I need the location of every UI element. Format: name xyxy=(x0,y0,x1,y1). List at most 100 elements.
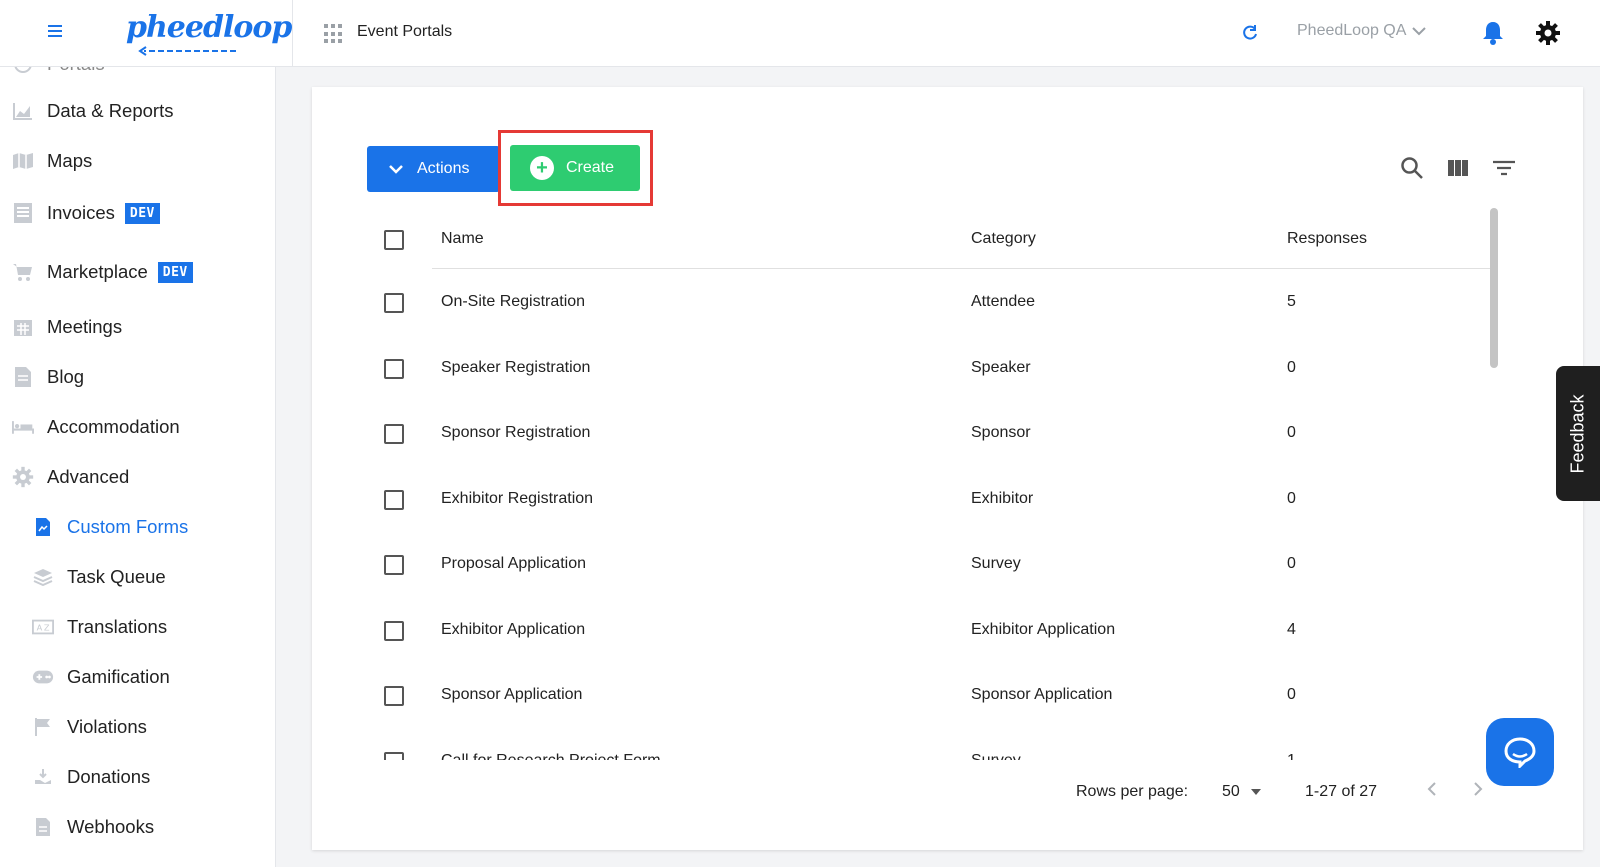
globe-icon xyxy=(12,67,34,75)
next-page-icon[interactable] xyxy=(1466,777,1490,801)
column-header-responses[interactable]: Responses xyxy=(1287,230,1367,248)
sidebar-item-invoices[interactable]: Invoices DEV xyxy=(12,202,160,224)
actions-button[interactable]: Actions xyxy=(367,146,500,192)
gear-icon xyxy=(12,466,34,488)
calendar-icon xyxy=(12,316,34,338)
row-checkbox[interactable] xyxy=(384,424,404,444)
sidebar-item-label: Task Queue xyxy=(67,566,166,587)
sidebar-item-advanced[interactable]: Advanced xyxy=(12,466,129,488)
flag-icon xyxy=(32,716,54,738)
layers-icon xyxy=(32,566,54,588)
table-row[interactable]: Exhibitor Registration Exhibitor 0 xyxy=(367,465,1487,530)
bell-icon[interactable] xyxy=(1481,20,1505,46)
row-name[interactable]: Sponsor Registration xyxy=(441,424,590,442)
create-button[interactable]: + Create xyxy=(510,145,640,191)
row-name[interactable]: Exhibitor Application xyxy=(441,621,585,639)
settings-gear-icon[interactable] xyxy=(1535,20,1561,46)
table-row[interactable]: Exhibitor Application Exhibitor Applicat… xyxy=(367,596,1487,661)
rows-per-page-select[interactable]: 50 xyxy=(1222,783,1262,801)
row-name[interactable]: On-Site Registration xyxy=(441,293,585,311)
row-checkbox[interactable] xyxy=(384,359,404,379)
row-name[interactable]: Proposal Application xyxy=(441,555,586,573)
table-row[interactable]: Speaker Registration Speaker 0 xyxy=(367,334,1487,399)
previous-page-icon[interactable] xyxy=(1420,777,1444,801)
sidebar-item-portals[interactable]: Portals xyxy=(12,67,105,75)
table-row[interactable]: Sponsor Registration Sponsor 0 xyxy=(367,400,1487,465)
sidebar-item-translations[interactable]: AZ Translations xyxy=(32,616,167,638)
column-header-category[interactable]: Category xyxy=(971,230,1036,248)
sidebar-item-label: Translations xyxy=(67,616,168,637)
hamburger-menu-icon[interactable] xyxy=(44,22,66,44)
sidebar-item-label: Marketplace xyxy=(47,261,148,282)
sidebar-item-data-reports[interactable]: Data & Reports xyxy=(12,100,173,122)
sidebar-item-marketplace[interactable]: Marketplace DEV xyxy=(12,261,193,283)
row-category: Attendee xyxy=(971,293,1036,310)
cart-icon xyxy=(12,261,34,283)
select-all-checkbox[interactable] xyxy=(384,230,404,250)
filter-icon[interactable] xyxy=(1491,155,1517,181)
row-responses: 4 xyxy=(1287,621,1296,638)
table-row[interactable]: Proposal Application Survey 0 xyxy=(367,531,1487,596)
feedback-tab[interactable]: Feedback xyxy=(1556,366,1600,501)
org-name: PheedLoop QA xyxy=(1297,22,1407,39)
row-responses: 0 xyxy=(1287,359,1296,376)
document-icon xyxy=(12,366,34,388)
breadcrumb[interactable]: Event Portals xyxy=(357,23,452,41)
row-checkbox[interactable] xyxy=(384,752,404,760)
top-bar: pheedloop Event Portals PheedLoop QA xyxy=(0,0,1600,67)
sidebar-item-label: Blog xyxy=(47,366,85,387)
row-responses: 0 xyxy=(1287,686,1296,703)
sidebar-item-maps[interactable]: Maps xyxy=(12,150,92,172)
row-checkbox[interactable] xyxy=(384,490,404,510)
row-name[interactable]: Exhibitor Registration xyxy=(441,490,593,508)
invoice-icon xyxy=(12,202,34,224)
map-icon xyxy=(12,150,34,172)
row-name[interactable]: Call for Research Project Form xyxy=(441,752,661,760)
apps-grid-icon[interactable] xyxy=(324,24,344,44)
sidebar-item-blog[interactable]: Blog xyxy=(12,366,84,388)
table-row[interactable]: On-Site Registration Attendee 5 xyxy=(367,269,1487,334)
rows-per-page-label: Rows per page: xyxy=(1076,783,1189,800)
dev-badge: DEV xyxy=(124,202,160,224)
row-checkbox[interactable] xyxy=(384,293,404,313)
organization-select[interactable]: PheedLoop QA xyxy=(1297,22,1427,40)
table-scrollbar[interactable] xyxy=(1490,208,1498,758)
top-divider xyxy=(292,0,293,67)
translate-icon: AZ xyxy=(32,616,54,638)
sidebar-item-label: Gamification xyxy=(67,666,170,687)
row-checkbox[interactable] xyxy=(384,555,404,575)
plus-circle-icon: + xyxy=(530,156,554,180)
column-header-name[interactable]: Name xyxy=(441,230,484,248)
sidebar-item-violations[interactable]: Violations xyxy=(32,716,147,738)
forms-table: Name Category Responses On-Site Registra… xyxy=(367,207,1517,760)
row-checkbox[interactable] xyxy=(384,621,404,641)
chat-support-button[interactable] xyxy=(1486,718,1554,786)
sidebar-item-task-queue[interactable]: Task Queue xyxy=(32,566,166,588)
table-scrollbar-thumb[interactable] xyxy=(1490,208,1498,368)
bed-icon xyxy=(12,416,34,438)
sidebar-item-gamification[interactable]: Gamification xyxy=(32,666,170,688)
table-row[interactable]: Sponsor Application Sponsor Application … xyxy=(367,662,1487,727)
search-icon[interactable] xyxy=(1399,155,1425,181)
sidebar-item-label: Donations xyxy=(67,766,151,787)
row-responses: 5 xyxy=(1287,293,1296,310)
sidebar-item-webhooks[interactable]: Webhooks xyxy=(32,816,154,838)
sidebar: Portals Data & Reports Maps Invoices DEV… xyxy=(0,67,276,867)
row-category: Exhibitor Application xyxy=(971,621,1116,638)
columns-icon[interactable] xyxy=(1445,155,1471,181)
chevron-down-icon xyxy=(389,165,403,174)
sidebar-item-label: Meetings xyxy=(47,316,123,337)
sidebar-item-meetings[interactable]: Meetings xyxy=(12,316,122,338)
sidebar-item-donations[interactable]: Donations xyxy=(32,766,150,788)
chat-bubble-icon xyxy=(1504,737,1536,768)
row-category: Survey xyxy=(971,555,1021,572)
logo-arrow-icon xyxy=(138,46,236,56)
sidebar-item-custom-forms[interactable]: Custom Forms xyxy=(32,516,188,538)
refresh-icon[interactable] xyxy=(1240,23,1260,43)
row-name[interactable]: Sponsor Application xyxy=(441,686,582,704)
pheedloop-logo[interactable]: pheedloop xyxy=(126,8,292,58)
table-row[interactable]: Call for Research Project Form Survey 1 xyxy=(367,727,1487,760)
sidebar-item-accommodation[interactable]: Accommodation xyxy=(12,416,180,438)
row-checkbox[interactable] xyxy=(384,686,404,706)
row-name[interactable]: Speaker Registration xyxy=(441,359,590,377)
